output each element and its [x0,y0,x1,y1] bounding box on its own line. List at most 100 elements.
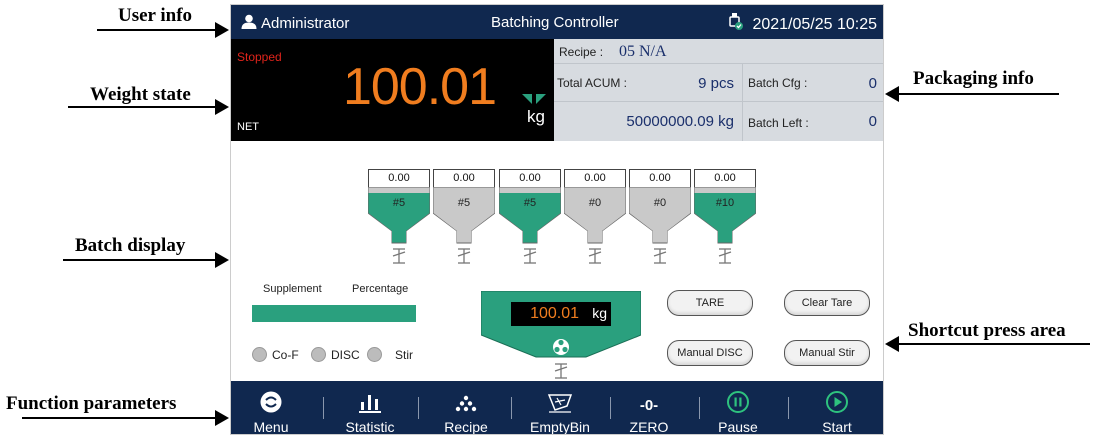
valve-icon [457,248,471,264]
cof-led-icon [252,347,267,362]
zero-button[interactable]: -0- ZERO [619,381,679,435]
empty-bin-icon [545,386,575,414]
separator [511,397,512,419]
hopper-weight: 0.00 [368,169,430,188]
statistic-label: Statistic [345,419,395,435]
hopper-body-icon [564,187,626,244]
weight-display: Stopped 100.01 kg NET [231,39,554,141]
net-indicator: NET [237,121,259,133]
disc-label: DISC [331,347,360,362]
callout-function-parameters: Function parameters [6,393,177,414]
user-name: Administrator [261,15,350,32]
arrow-shortcut-press-area [885,336,1090,352]
hopper-body-icon [694,187,756,244]
callout-packaging-info: Packaging info [913,68,1034,89]
zero-icon: -0- [639,397,659,414]
disc-led-icon [311,347,326,362]
start-button[interactable]: Start [807,381,867,435]
emptybin-label: EmptyBin [530,419,590,435]
arrow-packaging-info [885,86,1059,102]
controller-screen: Administrator Batching Controller 2021/0… [230,4,884,435]
pause-label: Pause [718,419,758,435]
arrow-function-parameters [22,410,229,426]
hopper-weight: 0.00 [629,169,691,188]
separator [610,397,611,419]
clear-tare-button[interactable]: Clear Tare [784,290,870,316]
recipe-label: Recipe [444,419,488,435]
stir-label: Stir [395,347,413,362]
hopper-body-icon [433,187,495,244]
mixer-weight-unit: kg [592,305,607,321]
datetime-text: 2021/05/25 10:25 [752,15,877,33]
hopper-number: #5 [523,197,537,209]
callout-batch-display: Batch display [75,235,186,256]
recipe-icon [454,386,478,414]
hopper-number: #5 [392,197,406,209]
bar-chart-icon [358,386,382,414]
valve-icon [718,248,732,264]
recipe-row: Recipe : 05 N/A [554,39,883,64]
stir-led-icon [367,347,382,362]
indicator-stir: Stir [367,347,413,362]
hopper-weight: 0.00 [694,169,756,188]
recipe-button[interactable]: Recipe [431,381,501,435]
play-icon [825,386,849,414]
valve-icon [523,248,537,264]
indicator-cof: Co-F [252,347,299,362]
user-icon [241,14,257,33]
separator [788,397,789,419]
total-weight-cell: 50000000.09 kg [554,102,743,141]
hopper-body-icon [499,187,561,244]
tare-button[interactable]: TARE [667,290,753,316]
percentage-bar [252,305,416,322]
emptybin-button[interactable]: EmptyBin [519,381,601,435]
percentage-label: Percentage [352,283,409,295]
separator [323,397,324,419]
menu-button[interactable]: Menu [241,381,301,434]
user-info[interactable]: Administrator [241,14,349,33]
pause-button[interactable]: Pause [708,381,768,435]
weight-unit: kg [527,107,545,126]
top-bar: Administrator Batching Controller 2021/0… [231,5,883,39]
total-acum-label: Total ACUM : [557,76,628,90]
batch-left-label: Batch Left : [748,116,809,130]
arrow-batch-display [63,252,229,268]
hopper-number: #0 [653,197,667,209]
manual-stir-button[interactable]: Manual Stir [784,340,870,366]
valve-icon [588,248,602,264]
weight-value: 100.01 [342,58,497,116]
datetime-area: 2021/05/25 10:25 [728,13,877,36]
batch-cfg-value: 0 [868,75,877,92]
arrow-weight-state [68,99,229,115]
hopper-weight: 0.00 [564,169,626,188]
indicator-disc: DISC [311,347,360,362]
hopper-weight: 0.00 [433,169,495,188]
menu-icon [259,386,283,414]
callout-weight-state: Weight state [90,84,191,105]
cof-label: Co-F [272,347,299,362]
batch-cfg-label: Batch Cfg : [748,76,808,90]
callout-shortcut-press-area: Shortcut press area [908,320,1066,341]
separator [418,397,419,419]
zero-label: ZERO [629,419,669,435]
mixer-weight-value: 100.01 [530,305,579,322]
separator [699,397,700,419]
app-title: Batching Controller [491,14,619,31]
hopper-number: #0 [588,197,602,209]
recipe-label: Recipe : [559,45,604,59]
valve-icon [392,248,406,264]
hopper-body-icon [629,187,691,244]
valve-icon [653,248,667,264]
total-count-cell: Total ACUM : 9 pcs [554,64,743,102]
hopper-body-icon [368,187,430,244]
mixer-hopper: 100.01 kg [480,290,642,388]
arrow-user-info [97,22,229,38]
batch-left-cell: Batch Left : 0 [743,102,883,141]
packaging-info-panel: Recipe : 05 N/A Total ACUM : 9 pcs Batch… [554,39,883,141]
batch-left-value: 0 [868,113,877,130]
supplement-label: Supplement [263,283,322,295]
statistic-button[interactable]: Statistic [335,381,405,435]
function-bar: Menu Statistic Recipe EmptyBin -0- ZERO [231,381,883,435]
manual-disc-button[interactable]: Manual DISC [667,340,753,366]
start-label: Start [822,419,852,435]
